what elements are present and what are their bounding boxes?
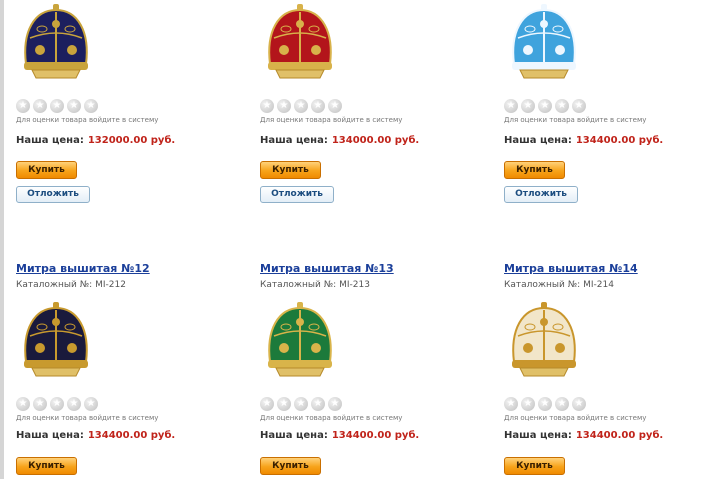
price-value: 134400.00 руб. [87,430,176,441]
price-row: Наша цена: 134400.00 руб. [260,430,419,441]
star-icon: ★ [16,397,30,411]
catalog-value: MI-214 [583,280,614,290]
catalog-value: MI-213 [339,280,370,290]
star-icon: ★ [572,397,586,411]
star-icon: ★ [67,99,81,113]
rating-stars: ★ ★ ★ ★ ★ [260,397,342,411]
star-icon: ★ [260,99,274,113]
buy-button[interactable]: Купить [504,161,565,179]
star-icon: ★ [555,99,569,113]
catalog-number: Каталожный №: MI-212 [16,280,126,290]
product-title-link[interactable]: Митра вышитая №12 [16,262,150,275]
buy-button[interactable]: Купить [260,457,321,475]
star-icon: ★ [50,99,64,113]
rating-stars: ★ ★ ★ ★ ★ [260,99,342,113]
price-label: Наша цена: [504,135,572,146]
star-icon: ★ [538,397,552,411]
star-icon: ★ [555,397,569,411]
star-icon: ★ [328,397,342,411]
product-title-link[interactable]: Митра вышитая №13 [260,262,394,275]
catalog-value: MI-212 [95,280,126,290]
price-value: 132000.00 руб. [87,135,176,146]
rating-stars: ★ ★ ★ ★ ★ [504,397,586,411]
catalog-number: Каталожный №: MI-214 [504,280,614,290]
price-row: Наша цена: 134400.00 руб. [504,430,663,441]
star-icon: ★ [328,99,342,113]
defer-button[interactable]: Отложить [16,186,90,203]
star-icon: ★ [294,397,308,411]
price-label: Наша цена: [504,430,572,441]
price-label: Наша цена: [260,135,328,146]
rating-stars: ★ ★ ★ ★ ★ [504,99,586,113]
rating-hint: Для оценки товара войдите в систему [16,414,159,422]
price-row: Наша цена: 134400.00 руб. [504,135,663,146]
star-icon: ★ [572,99,586,113]
price-label: Наша цена: [16,135,84,146]
catalog-label: Каталожный №: [16,280,93,290]
catalog-label: Каталожный №: [504,280,581,290]
price-row: Наша цена: 134000.00 руб. [260,135,419,146]
buy-button[interactable]: Купить [16,161,77,179]
defer-button[interactable]: Отложить [260,186,334,203]
rating-hint: Для оценки товара войдите в систему [260,414,403,422]
mitre-icon[interactable] [504,300,584,382]
rating-hint: Для оценки товара войдите в систему [504,116,647,124]
star-icon: ★ [67,397,81,411]
rating-hint: Для оценки товара войдите в систему [504,414,647,422]
catalog-number: Каталожный №: MI-213 [260,280,370,290]
price-value: 134000.00 руб. [331,135,420,146]
price-label: Наша цена: [260,430,328,441]
buy-button[interactable]: Купить [504,457,565,475]
price-row: Наша цена: 132000.00 руб. [16,135,175,146]
star-icon: ★ [294,99,308,113]
star-icon: ★ [311,397,325,411]
mitre-icon[interactable] [260,2,340,84]
star-icon: ★ [277,99,291,113]
star-icon: ★ [504,99,518,113]
price-value: 134400.00 руб. [575,430,664,441]
price-row: Наша цена: 134400.00 руб. [16,430,175,441]
catalog-label: Каталожный №: [260,280,337,290]
product-title-link[interactable]: Митра вышитая №14 [504,262,638,275]
rating-hint: Для оценки товара войдите в систему [260,116,403,124]
price-label: Наша цена: [16,430,84,441]
rating-stars: ★ ★ ★ ★ ★ [16,99,98,113]
star-icon: ★ [521,99,535,113]
buy-button[interactable]: Купить [16,457,77,475]
rating-hint: Для оценки товара войдите в систему [16,116,159,124]
mitre-icon[interactable] [16,300,96,382]
star-icon: ★ [33,397,47,411]
star-icon: ★ [33,99,47,113]
star-icon: ★ [521,397,535,411]
star-icon: ★ [84,99,98,113]
star-icon: ★ [84,397,98,411]
rating-stars: ★ ★ ★ ★ ★ [16,397,98,411]
buy-button[interactable]: Купить [260,161,321,179]
price-value: 134400.00 руб. [331,430,420,441]
product-grid: Каталожный №: ★★★★★ Для оценки товара во… [0,0,720,479]
mitre-icon[interactable] [260,300,340,382]
star-icon: ★ [260,397,274,411]
star-icon: ★ [50,397,64,411]
mitre-icon[interactable] [504,2,584,84]
star-icon: ★ [277,397,291,411]
mitre-icon[interactable] [16,2,96,84]
star-icon: ★ [504,397,518,411]
star-icon: ★ [311,99,325,113]
defer-button[interactable]: Отложить [504,186,578,203]
star-icon: ★ [16,99,30,113]
price-value: 134400.00 руб. [575,135,664,146]
star-icon: ★ [538,99,552,113]
